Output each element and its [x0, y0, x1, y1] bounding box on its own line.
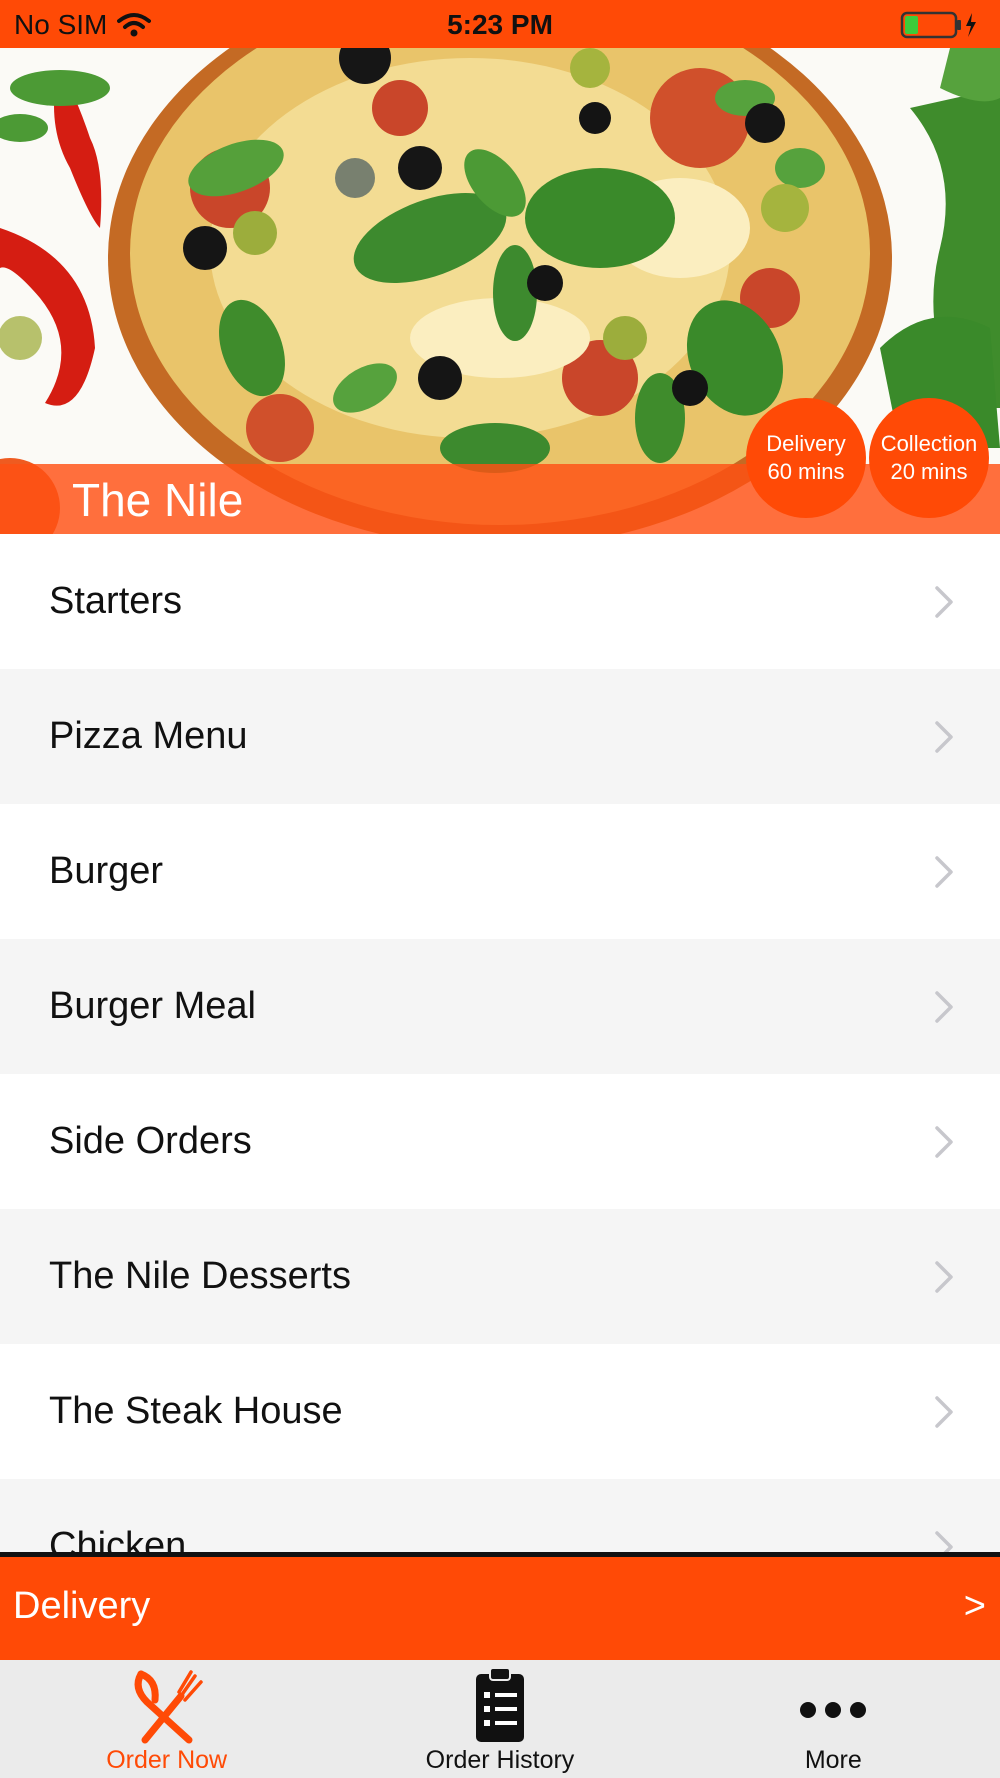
delivery-time-badge: Delivery 60 mins — [746, 398, 866, 518]
menu-item-pizza-menu[interactable]: Pizza Menu — [0, 669, 1000, 804]
menu-item-label: Burger Meal — [49, 985, 256, 1027]
collection-badge-label: Collection — [880, 431, 978, 456]
tab-label: More — [804, 1746, 862, 1774]
menu-item-label: Starters — [49, 580, 183, 622]
tab-label: Order History — [425, 1746, 575, 1774]
menu-item-label: Chicken — [49, 1525, 187, 1552]
chevron-right-icon — [935, 585, 953, 618]
menu-item-label: The Nile Desserts — [49, 1255, 351, 1297]
tab-order-now[interactable]: Order Now — [0, 1660, 333, 1778]
restaurant-name: The Nile — [72, 474, 244, 526]
status-time: 5:23 PM — [447, 9, 553, 40]
battery-indicator — [900, 11, 980, 39]
more-dots-icon — [800, 1702, 867, 1718]
delivery-mode-bar[interactable]: Delivery > — [0, 1552, 1000, 1660]
menu-item-label: Side Orders — [49, 1120, 252, 1162]
menu-item-chicken[interactable]: Chicken — [0, 1479, 1000, 1552]
tab-order-history[interactable]: Order History — [333, 1660, 666, 1778]
fork-knife-icon — [134, 1670, 203, 1744]
menu-category-list[interactable]: Starters Pizza Menu Burger Burger Meal S… — [0, 534, 1000, 1552]
battery-charging-icon — [900, 11, 976, 39]
menu-item-burger[interactable]: Burger — [0, 804, 1000, 939]
clipboard-icon — [475, 1667, 524, 1742]
chevron-right-icon — [935, 990, 953, 1023]
tab-more[interactable]: More — [667, 1660, 1000, 1778]
chevron-right-icon — [935, 1125, 953, 1158]
menu-item-burger-meal[interactable]: Burger Meal — [0, 939, 1000, 1074]
delivery-badge-time: 60 mins — [767, 459, 845, 484]
tab-label: Order Now — [106, 1746, 228, 1774]
delivery-mode-label: Delivery — [13, 1585, 151, 1627]
menu-item-the-steak-house[interactable]: The Steak House — [0, 1344, 1000, 1479]
menu-item-starters[interactable]: Starters — [0, 534, 1000, 669]
menu-item-label: Pizza Menu — [49, 715, 248, 757]
menu-item-the-nile-desserts[interactable]: The Nile Desserts — [0, 1209, 1000, 1344]
chevron-right-icon — [935, 720, 953, 753]
chevron-right-icon — [935, 1530, 953, 1552]
menu-item-label: Burger — [49, 850, 164, 892]
menu-item-label: The Steak House — [49, 1390, 343, 1432]
chevron-right-icon — [935, 1395, 953, 1428]
chevron-right-icon — [935, 855, 953, 888]
delivery-badge-label: Delivery — [766, 431, 846, 456]
chevron-right-icon — [935, 1260, 953, 1293]
restaurant-hero: The Nile Delivery 60 mins Collection 20 … — [0, 48, 1000, 534]
menu-item-side-orders[interactable]: Side Orders — [0, 1074, 1000, 1209]
status-bar: No SIM 5:23 PM — [0, 0, 1000, 48]
tab-bar: Order Now Order History More — [0, 1660, 1000, 1778]
collection-badge-time: 20 mins — [890, 459, 968, 484]
collection-time-badge: Collection 20 mins — [869, 398, 989, 518]
delivery-mode-arrow: > — [963, 1585, 986, 1627]
